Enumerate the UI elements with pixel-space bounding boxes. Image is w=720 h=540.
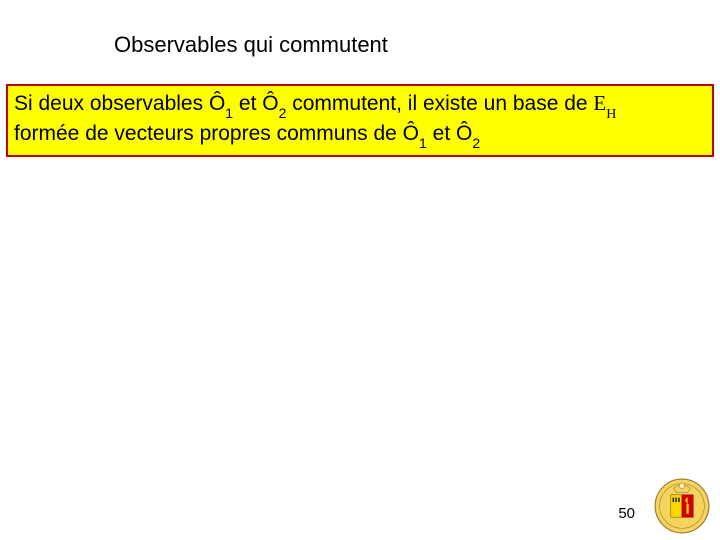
text-part: commutent, il existe un base de <box>286 92 593 115</box>
text-part: et Ô <box>427 122 473 145</box>
epsilon-h: H <box>606 107 616 122</box>
slide-title: Observables qui commutent <box>114 32 388 58</box>
text-part: formée de vecteurs propres communs de Ô <box>14 122 419 145</box>
text-part: Si deux observables Ô <box>14 92 225 115</box>
text-part: et Ô <box>233 92 279 115</box>
subscript-1: 1 <box>225 105 233 121</box>
epsilon: E <box>593 91 606 115</box>
page-number: 50 <box>618 505 635 522</box>
geneva-seal-icon <box>654 478 710 534</box>
highlight-box: Si deux observables Ô1 et Ô2 commutent, … <box>6 84 714 157</box>
subscript-4: 2 <box>472 135 480 151</box>
slide: Observables qui commutent Si deux observ… <box>0 0 720 540</box>
subscript-2: 2 <box>279 105 287 121</box>
subscript-3: 1 <box>419 135 427 151</box>
theorem-text: Si deux observables Ô1 et Ô2 commutent, … <box>14 90 706 149</box>
